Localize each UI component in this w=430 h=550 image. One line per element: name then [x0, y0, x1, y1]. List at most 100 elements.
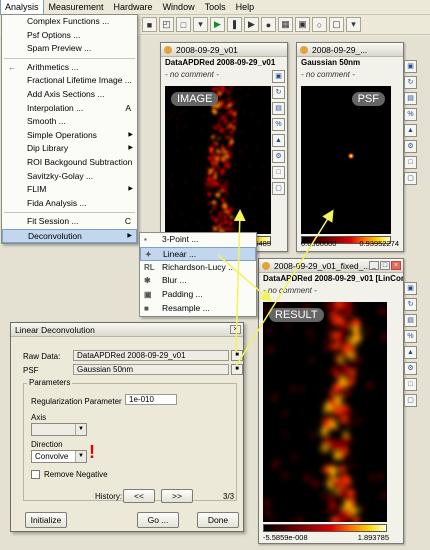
image-window-title: 2008-09-29_v01: [176, 45, 238, 55]
percent-icon[interactable]: %: [404, 108, 417, 121]
deconvolution-menu-item[interactable]: ✱ Blur ...: [140, 274, 256, 288]
close-icon[interactable]: ×: [391, 261, 401, 270]
psf-select-button[interactable]: ■: [231, 364, 243, 375]
close-icon[interactable]: ×: [230, 325, 241, 334]
histogram-icon[interactable]: ▤: [404, 314, 417, 327]
dropdown-icon[interactable]: ▾: [193, 17, 208, 32]
percent-icon[interactable]: %: [272, 118, 285, 131]
analysis-menu-item[interactable]: Fractional Lifetime Image ...: [2, 74, 137, 88]
record-icon[interactable]: ●: [261, 17, 276, 32]
tools-icon[interactable]: ⚙: [404, 140, 417, 153]
analysis-menu-item[interactable]: Fit Session ... C: [2, 215, 137, 229]
analysis-menu-item[interactable]: Complex Functions ...: [2, 15, 137, 29]
psf-window[interactable]: 2008-09-29_... Gaussian 50nm - no commen…: [296, 42, 404, 252]
menu-window[interactable]: Window: [158, 0, 200, 14]
analysis-menu-item[interactable]: ROI Backgound Subtraction: [2, 156, 137, 170]
raw-data-select-button[interactable]: ■: [231, 350, 243, 361]
layers-icon[interactable]: ▣: [295, 17, 310, 32]
analysis-menu-item[interactable]: Spam Preview ...: [2, 42, 137, 56]
minimize-icon[interactable]: _: [369, 261, 379, 270]
menu-help[interactable]: Help: [231, 0, 260, 14]
image-noise-pixel: [233, 169, 236, 172]
reg-param-input[interactable]: 1e-010: [125, 394, 177, 405]
menu-tools[interactable]: Tools: [200, 0, 231, 14]
axis-select[interactable]: ▼: [31, 423, 87, 436]
crop-icon[interactable]: □: [404, 378, 417, 391]
zoom-fit-icon[interactable]: ▣: [272, 70, 285, 83]
result-pixel: [349, 337, 355, 343]
history-back-button[interactable]: <<: [123, 489, 155, 503]
tools-icon[interactable]: ⚙: [404, 362, 417, 375]
crop-icon[interactable]: □: [404, 156, 417, 169]
done-button[interactable]: Done: [197, 512, 239, 528]
psf-canvas[interactable]: PSF: [301, 86, 391, 234]
analysis-menu-item[interactable]: Simple Operations ▶: [2, 129, 137, 143]
zoom-fit-icon[interactable]: ▣: [404, 282, 417, 295]
grid-icon[interactable]: ▦: [278, 17, 293, 32]
analysis-menu-item[interactable]: Savitzky-Golay ...: [2, 170, 137, 184]
analysis-menu-item[interactable]: Dip Library ▶: [2, 142, 137, 156]
analysis-menu-item[interactable]: Interpolation ... A: [2, 102, 137, 116]
menu-hardware[interactable]: Hardware: [109, 0, 158, 14]
menu-analysis[interactable]: Analysis: [0, 0, 44, 15]
result-canvas[interactable]: RESULT: [263, 302, 387, 522]
analysis-menu-item[interactable]: Fida Analysis ...: [2, 197, 137, 211]
image-pixel: [229, 135, 234, 140]
lut-icon[interactable]: ▲: [404, 124, 417, 137]
stack-icon[interactable]: ▢: [272, 182, 285, 195]
crop-icon[interactable]: □: [272, 166, 285, 179]
image-pixel: [212, 200, 217, 205]
analysis-menu-item[interactable]: ← Arithmetics ...: [2, 61, 137, 75]
histogram-icon[interactable]: ▤: [404, 92, 417, 105]
stack-icon[interactable]: ▢: [404, 394, 417, 407]
analysis-menu-item[interactable]: FLIM ▶: [2, 183, 137, 197]
maximize-icon[interactable]: □: [380, 261, 390, 270]
analysis-menu-item[interactable]: Smooth ...: [2, 115, 137, 129]
percent-icon[interactable]: %: [404, 330, 417, 343]
analysis-menu-item[interactable]: Psf Options ...: [2, 29, 137, 43]
image-canvas[interactable]: IMAGE: [165, 86, 271, 234]
stack-icon[interactable]: ▢: [404, 172, 417, 185]
rotate-icon[interactable]: ↻: [272, 86, 285, 99]
deconvolution-menu-item[interactable]: ▣ Padding ...: [140, 288, 256, 302]
analysis-menu-item[interactable]: Add Axis Sections ...: [2, 88, 137, 102]
step-icon[interactable]: ▶: [244, 17, 259, 32]
zoom-icon[interactable]: ○: [312, 17, 327, 32]
pause-icon[interactable]: ❚: [227, 17, 242, 32]
analysis-menu-item[interactable]: Deconvolution ▶: [2, 228, 137, 243]
image-noise-pixel: [192, 88, 194, 90]
pan-icon[interactable]: ◰: [159, 17, 174, 32]
play-icon[interactable]: ▶: [210, 17, 225, 32]
raw-data-field[interactable]: DataAPDRed 2008-09-29_v01: [73, 350, 229, 361]
zoom-fit-icon[interactable]: ▣: [404, 60, 417, 73]
result-window-titlebar[interactable]: 2008-09-29_v01_fixed_... _ □ ×: [259, 259, 403, 273]
go-button[interactable]: Go ...: [137, 512, 179, 528]
deconvolution-menu-item[interactable]: RL Richardson-Lucy ...: [140, 261, 256, 275]
direction-select[interactable]: Convolve ▼: [31, 450, 87, 463]
tools-icon[interactable]: ⚙: [272, 150, 285, 163]
psf-window-titlebar[interactable]: 2008-09-29_...: [297, 43, 403, 57]
deconvolution-menu-item[interactable]: ▪ 3-Point ...: [140, 233, 256, 247]
rotate-icon[interactable]: ↻: [404, 298, 417, 311]
deconvolution-menu-item[interactable]: ■ Resample ...: [140, 302, 256, 316]
remove-negative-checkbox[interactable]: [31, 470, 40, 479]
menu-measurement[interactable]: Measurement: [44, 0, 109, 14]
image-window[interactable]: 2008-09-29_v01 DataAPDRed 2008-09-29_v01…: [160, 42, 288, 252]
history-forward-button[interactable]: >>: [161, 489, 193, 503]
psf-field[interactable]: Gaussian 50nm: [73, 364, 229, 375]
deconvolution-menu-item[interactable]: ✦ Linear ...: [140, 246, 256, 261]
stop-icon[interactable]: ■: [142, 17, 157, 32]
image-window-titlebar[interactable]: 2008-09-29_v01: [161, 43, 287, 57]
histogram-icon[interactable]: ▤: [272, 102, 285, 115]
lut-icon[interactable]: ▲: [404, 346, 417, 359]
select-icon[interactable]: □: [176, 17, 191, 32]
image-pixel: [211, 108, 216, 113]
dialog-titlebar[interactable]: Linear Deconvolution ×: [11, 323, 243, 337]
lut-icon[interactable]: ▲: [272, 134, 285, 147]
result-window[interactable]: 2008-09-29_v01_fixed_... _ □ × DataAPDRe…: [258, 258, 404, 544]
initialize-button[interactable]: Initialize: [25, 512, 67, 528]
image-noise-pixel: [268, 161, 270, 164]
more-icon[interactable]: ▾: [346, 17, 361, 32]
rotate-icon[interactable]: ↻: [404, 76, 417, 89]
window-icon[interactable]: ▢: [329, 17, 344, 32]
